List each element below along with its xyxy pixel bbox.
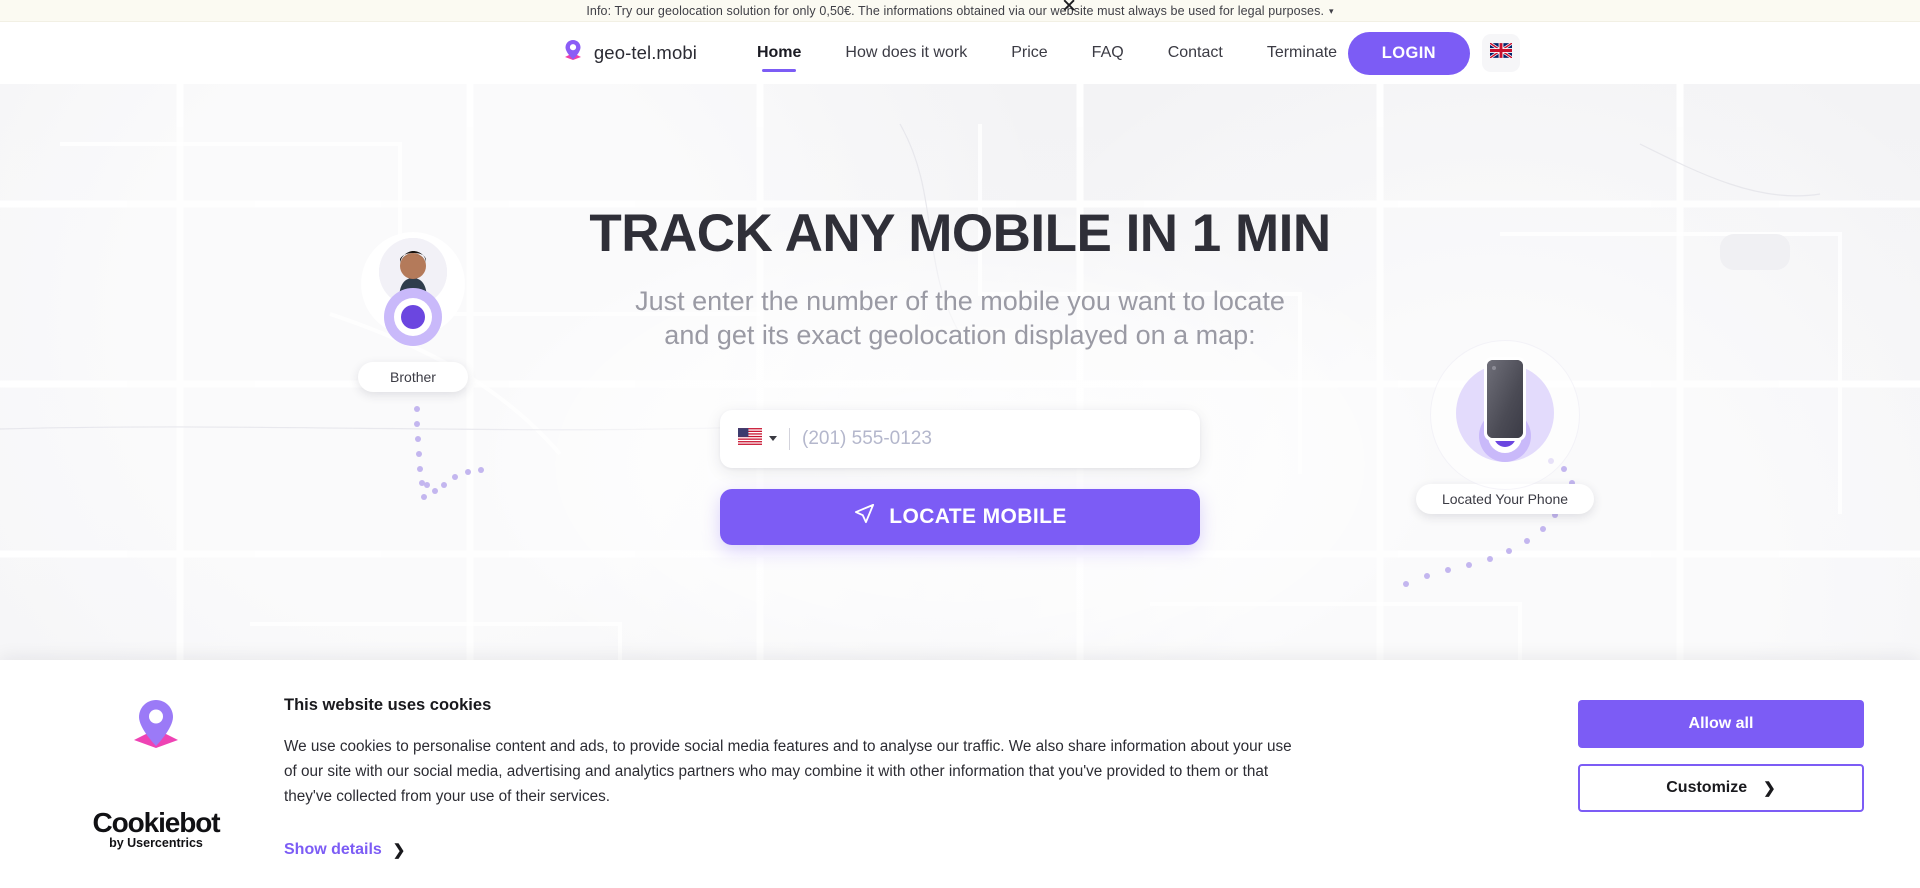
show-details-link[interactable]: Show details ❯ bbox=[284, 841, 405, 859]
hero-map-section: Brother Located Your Phone TRACK ANY MOB… bbox=[0, 84, 1920, 888]
locate-form: LOCATE MOBILE bbox=[720, 409, 1200, 545]
us-flag-icon bbox=[738, 427, 762, 450]
nav-inner: geo-tel.mobi Home How does it work Price… bbox=[0, 22, 1920, 84]
nav-item-faq[interactable]: FAQ bbox=[1070, 22, 1146, 84]
brand-name: geo-tel.mobi bbox=[593, 42, 697, 63]
allow-all-button[interactable]: Allow all bbox=[1578, 700, 1864, 748]
nav-links: Home How does it work Price FAQ Contact … bbox=[735, 22, 1359, 84]
chevron-right-icon: ❯ bbox=[392, 842, 406, 860]
field-divider bbox=[789, 427, 790, 450]
show-details-label: Show details bbox=[284, 841, 382, 859]
locate-mobile-button[interactable]: LOCATE MOBILE bbox=[720, 488, 1200, 545]
cookie-banner-title: This website uses cookies bbox=[284, 696, 492, 714]
trail-dot bbox=[1487, 556, 1493, 562]
info-banner-text: Info: Try our geolocation solution for o… bbox=[586, 4, 1333, 18]
cookie-consent-banner: Cookiebot by Usercentrics This website u… bbox=[0, 660, 1920, 888]
nav-item-price[interactable]: Price bbox=[989, 22, 1069, 84]
map-pin-logo-icon bbox=[125, 696, 187, 759]
cookie-banner-actions: Allow all Customize ❯ bbox=[1578, 696, 1864, 888]
language-switcher-button[interactable] bbox=[1482, 34, 1520, 72]
nav-item-terminate[interactable]: Terminate bbox=[1245, 22, 1359, 84]
chevron-down-icon[interactable] bbox=[769, 436, 777, 442]
brand-logo-link[interactable]: geo-tel.mobi bbox=[561, 38, 697, 69]
trail-dot bbox=[1445, 567, 1451, 573]
nav-actions: LOGIN bbox=[1347, 31, 1520, 75]
nav-item-home[interactable]: Home bbox=[735, 22, 823, 84]
cookiebot-name: Cookiebot bbox=[92, 807, 221, 838]
trail-dot bbox=[1506, 548, 1512, 554]
cookiebot-byline: by Usercentrics bbox=[109, 836, 203, 850]
nav-item-contact[interactable]: Contact bbox=[1146, 22, 1245, 84]
send-arrow-icon bbox=[853, 502, 876, 531]
login-button[interactable]: LOGIN bbox=[1347, 31, 1470, 75]
phone-input-group[interactable] bbox=[720, 409, 1200, 468]
map-pin-person-icon bbox=[561, 38, 585, 69]
customize-label: Customize bbox=[1666, 779, 1748, 796]
chevron-right-icon: ❯ bbox=[1763, 780, 1776, 797]
country-code-select[interactable] bbox=[738, 427, 777, 450]
customize-button[interactable]: Customize ❯ bbox=[1578, 764, 1864, 812]
phone-number-input[interactable] bbox=[802, 427, 1182, 450]
locate-mobile-label: LOCATE MOBILE bbox=[889, 504, 1067, 528]
trail-dot bbox=[1466, 562, 1472, 568]
cookie-banner-body: We use cookies to personalise content an… bbox=[284, 738, 1292, 805]
trail-dot bbox=[1424, 573, 1430, 579]
cookie-banner-left: Cookiebot by Usercentrics bbox=[56, 696, 256, 888]
nav-item-how-does-it-work[interactable]: How does it work bbox=[823, 22, 989, 84]
uk-flag-icon bbox=[1489, 41, 1513, 63]
info-banner: Info: Try our geolocation solution for o… bbox=[0, 0, 1920, 22]
main-navigation: geo-tel.mobi Home How does it work Price… bbox=[0, 22, 1920, 84]
cookiebot-logo: Cookiebot by Usercentrics bbox=[92, 807, 221, 850]
hero-content: TRACK ANY MOBILE IN 1 MIN Just enter the… bbox=[0, 84, 1920, 545]
close-icon[interactable]: ✕ bbox=[1061, 0, 1077, 16]
info-banner-message: Info: Try our geolocation solution for o… bbox=[586, 3, 1325, 18]
trail-dot bbox=[1403, 581, 1409, 587]
chevron-down-icon[interactable]: ▾ bbox=[1329, 6, 1334, 17]
hero-subtitle: Just enter the number of the mobile you … bbox=[635, 285, 1285, 351]
cookie-banner-content: This website uses cookies We use cookies… bbox=[256, 696, 1578, 888]
page-title: TRACK ANY MOBILE IN 1 MIN bbox=[589, 204, 1331, 263]
